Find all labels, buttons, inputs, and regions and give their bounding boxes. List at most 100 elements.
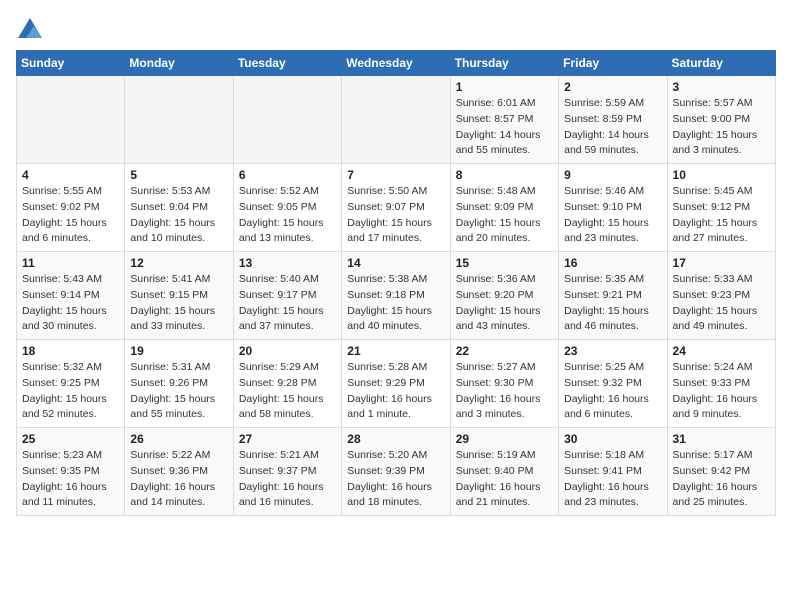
day-number: 10 <box>673 168 770 182</box>
day-number: 1 <box>456 80 553 94</box>
calendar-header-row: SundayMondayTuesdayWednesdayThursdayFrid… <box>17 51 776 76</box>
day-info: Sunrise: 5:59 AMSunset: 8:59 PMDaylight:… <box>564 96 661 159</box>
day-number: 18 <box>22 344 119 358</box>
day-number: 31 <box>673 432 770 446</box>
calendar-cell: 27 Sunrise: 5:21 AMSunset: 9:37 PMDayligh… <box>233 428 341 516</box>
day-number: 16 <box>564 256 661 270</box>
calendar-cell: 22 Sunrise: 5:27 AMSunset: 9:30 PMDayligh… <box>450 340 558 428</box>
day-number: 20 <box>239 344 336 358</box>
day-info: Sunrise: 5:32 AMSunset: 9:25 PMDaylight:… <box>22 360 119 423</box>
day-number: 8 <box>456 168 553 182</box>
day-number: 3 <box>673 80 770 94</box>
day-number: 30 <box>564 432 661 446</box>
calendar-cell: 19 Sunrise: 5:31 AMSunset: 9:26 PMDayligh… <box>125 340 233 428</box>
calendar-week-row: 1 Sunrise: 6:01 AMSunset: 8:57 PMDaylight… <box>17 76 776 164</box>
day-number: 5 <box>130 168 227 182</box>
calendar-cell: 10 Sunrise: 5:45 AMSunset: 9:12 PMDayligh… <box>667 164 775 252</box>
calendar-header-friday: Friday <box>559 51 667 76</box>
day-number: 22 <box>456 344 553 358</box>
calendar-table: SundayMondayTuesdayWednesdayThursdayFrid… <box>16 50 776 516</box>
calendar-cell: 14Sunrise: 5:38 AMSunset: 9:18 PMDayligh… <box>342 252 450 340</box>
calendar-cell: 4Sunrise: 5:55 AMSunset: 9:02 PMDaylight… <box>17 164 125 252</box>
page-header <box>16 16 776 44</box>
day-info: Sunrise: 5:41 AMSunset: 9:15 PMDaylight:… <box>130 272 227 335</box>
day-info: Sunrise: 5:57 AMSunset: 9:00 PMDaylight:… <box>673 96 770 159</box>
day-number: 7 <box>347 168 444 182</box>
day-info: Sunrise: 5:31 AMSunset: 9:26 PMDaylight:… <box>130 360 227 423</box>
day-number: 9 <box>564 168 661 182</box>
calendar-cell: 16 Sunrise: 5:35 AMSunset: 9:21 PMDayligh… <box>559 252 667 340</box>
day-info: Sunrise: 5:55 AMSunset: 9:02 PMDaylight:… <box>22 184 119 247</box>
calendar-cell: 28 Sunrise: 5:20 AMSunset: 9:39 PMDayligh… <box>342 428 450 516</box>
calendar-cell: 3 Sunrise: 5:57 AMSunset: 9:00 PMDaylight… <box>667 76 775 164</box>
calendar-cell: 9 Sunrise: 5:46 AMSunset: 9:10 PMDaylight… <box>559 164 667 252</box>
day-info: Sunrise: 5:24 AMSunset: 9:33 PMDaylight:… <box>673 360 770 423</box>
calendar-cell: 2 Sunrise: 5:59 AMSunset: 8:59 PMDaylight… <box>559 76 667 164</box>
logo <box>16 16 48 44</box>
calendar-cell: 21 Sunrise: 5:28 AMSunset: 9:29 PMDayligh… <box>342 340 450 428</box>
day-info: Sunrise: 5:53 AMSunset: 9:04 PMDaylight:… <box>130 184 227 247</box>
calendar-cell: 30 Sunrise: 5:18 AMSunset: 9:41 PMDayligh… <box>559 428 667 516</box>
day-number: 26 <box>130 432 227 446</box>
day-info: Sunrise: 5:45 AMSunset: 9:12 PMDaylight:… <box>673 184 770 247</box>
day-info: Sunrise: 5:28 AMSunset: 9:29 PMDaylight:… <box>347 360 444 423</box>
day-number: 19 <box>130 344 227 358</box>
calendar-header-monday: Monday <box>125 51 233 76</box>
day-info: Sunrise: 5:48 AMSunset: 9:09 PMDaylight:… <box>456 184 553 247</box>
calendar-header-saturday: Saturday <box>667 51 775 76</box>
day-number: 27 <box>239 432 336 446</box>
calendar-cell <box>233 76 341 164</box>
calendar-cell: 26 Sunrise: 5:22 AMSunset: 9:36 PMDayligh… <box>125 428 233 516</box>
calendar-cell: 1 Sunrise: 6:01 AMSunset: 8:57 PMDaylight… <box>450 76 558 164</box>
calendar-cell <box>125 76 233 164</box>
day-number: 15 <box>456 256 553 270</box>
day-info: Sunrise: 5:22 AMSunset: 9:36 PMDaylight:… <box>130 448 227 511</box>
calendar-cell <box>17 76 125 164</box>
calendar-cell: 15 Sunrise: 5:36 AMSunset: 9:20 PMDayligh… <box>450 252 558 340</box>
calendar-cell: 11 Sunrise: 5:43 AMSunset: 9:14 PMDayligh… <box>17 252 125 340</box>
day-info: Sunrise: 5:17 AMSunset: 9:42 PMDaylight:… <box>673 448 770 511</box>
day-number: 14 <box>347 256 444 270</box>
day-info: Sunrise: 5:20 AMSunset: 9:39 PMDaylight:… <box>347 448 444 511</box>
calendar-cell: 8 Sunrise: 5:48 AMSunset: 9:09 PMDaylight… <box>450 164 558 252</box>
day-info: Sunrise: 5:36 AMSunset: 9:20 PMDaylight:… <box>456 272 553 335</box>
day-number: 23 <box>564 344 661 358</box>
day-number: 6 <box>239 168 336 182</box>
day-info: Sunrise: 5:25 AMSunset: 9:32 PMDaylight:… <box>564 360 661 423</box>
calendar-cell: 25Sunrise: 5:23 AMSunset: 9:35 PMDayligh… <box>17 428 125 516</box>
day-info: Sunrise: 5:18 AMSunset: 9:41 PMDaylight:… <box>564 448 661 511</box>
day-info: Sunrise: 5:52 AMSunset: 9:05 PMDaylight:… <box>239 184 336 247</box>
day-number: 12 <box>130 256 227 270</box>
day-number: 28 <box>347 432 444 446</box>
day-info: Sunrise: 5:27 AMSunset: 9:30 PMDaylight:… <box>456 360 553 423</box>
calendar-cell: 23 Sunrise: 5:25 AMSunset: 9:32 PMDayligh… <box>559 340 667 428</box>
day-number: 2 <box>564 80 661 94</box>
day-info: Sunrise: 5:35 AMSunset: 9:21 PMDaylight:… <box>564 272 661 335</box>
calendar-header-thursday: Thursday <box>450 51 558 76</box>
day-info: Sunrise: 5:19 AMSunset: 9:40 PMDaylight:… <box>456 448 553 511</box>
day-number: 11 <box>22 256 119 270</box>
calendar-cell: 17Sunrise: 5:33 AMSunset: 9:23 PMDayligh… <box>667 252 775 340</box>
calendar-cell: 5 Sunrise: 5:53 AMSunset: 9:04 PMDaylight… <box>125 164 233 252</box>
day-info: Sunrise: 5:23 AMSunset: 9:35 PMDaylight:… <box>22 448 119 511</box>
day-info: Sunrise: 5:43 AMSunset: 9:14 PMDaylight:… <box>22 272 119 335</box>
calendar-week-row: 4Sunrise: 5:55 AMSunset: 9:02 PMDaylight… <box>17 164 776 252</box>
day-info: Sunrise: 6:01 AMSunset: 8:57 PMDaylight:… <box>456 96 553 159</box>
day-number: 21 <box>347 344 444 358</box>
day-info: Sunrise: 5:33 AMSunset: 9:23 PMDaylight:… <box>673 272 770 335</box>
calendar-header-tuesday: Tuesday <box>233 51 341 76</box>
calendar-header-wednesday: Wednesday <box>342 51 450 76</box>
day-info: Sunrise: 5:46 AMSunset: 9:10 PMDaylight:… <box>564 184 661 247</box>
logo-icon <box>16 16 44 44</box>
calendar-cell: 29 Sunrise: 5:19 AMSunset: 9:40 PMDayligh… <box>450 428 558 516</box>
calendar-cell: 24 Sunrise: 5:24 AMSunset: 9:33 PMDayligh… <box>667 340 775 428</box>
calendar-cell: 7Sunrise: 5:50 AMSunset: 9:07 PMDaylight… <box>342 164 450 252</box>
day-number: 29 <box>456 432 553 446</box>
day-number: 24 <box>673 344 770 358</box>
calendar-cell: 31 Sunrise: 5:17 AMSunset: 9:42 PMDayligh… <box>667 428 775 516</box>
calendar-header-sunday: Sunday <box>17 51 125 76</box>
day-info: Sunrise: 5:21 AMSunset: 9:37 PMDaylight:… <box>239 448 336 511</box>
calendar-cell: 13Sunrise: 5:40 AMSunset: 9:17 PMDayligh… <box>233 252 341 340</box>
day-info: Sunrise: 5:40 AMSunset: 9:17 PMDaylight:… <box>239 272 336 335</box>
calendar-cell <box>342 76 450 164</box>
